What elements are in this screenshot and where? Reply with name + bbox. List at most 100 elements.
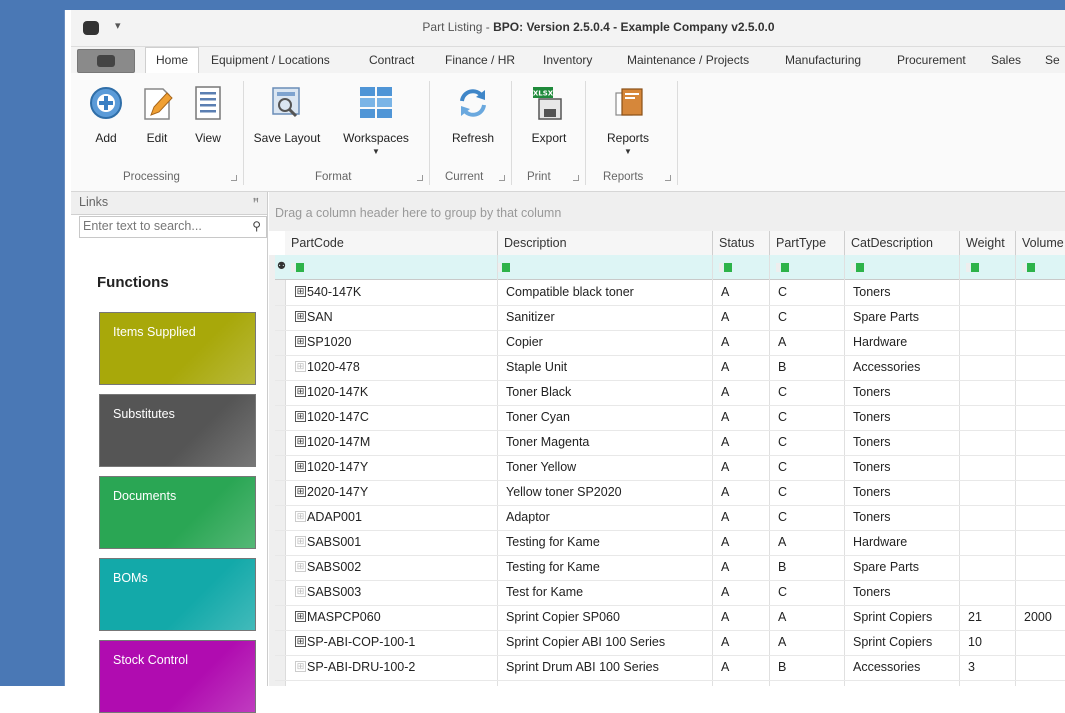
expand-icon[interactable]: ⊞	[295, 511, 306, 522]
format-launcher-icon[interactable]	[417, 175, 423, 181]
column-header-status[interactable]: Status	[713, 231, 770, 256]
view-button[interactable]: View	[185, 73, 231, 168]
expand-icon[interactable]: ⊞	[295, 461, 306, 472]
table-row[interactable]: ⊞ SABS001 Testing for Kame A A Hardware	[275, 530, 1065, 556]
app-window: ▾ Part Listing - BPO: Version 2.5.0.4 - …	[64, 10, 1065, 713]
table-row[interactable]: ⊞ SABS003 Test for Kame A C Toners	[275, 580, 1065, 606]
cell-partcode: SABS001	[307, 535, 362, 549]
expand-icon[interactable]: ⊞	[295, 311, 306, 322]
column-header-label: PartCode	[291, 236, 344, 250]
tile-stock-control[interactable]: Stock Control	[99, 640, 256, 713]
tab-equipment-locations[interactable]: Equipment / Locations	[211, 53, 330, 67]
processing-launcher-icon[interactable]	[231, 175, 237, 181]
tab-manufacturing[interactable]: Manufacturing	[785, 53, 861, 67]
tile-label: BOMs	[113, 571, 148, 585]
filter-condition-icon[interactable]	[291, 263, 309, 272]
column-header-weight[interactable]: Weight	[960, 231, 1016, 256]
tile-boms[interactable]: BOMs	[99, 558, 256, 631]
workspaces-button[interactable]: Workspaces ▼	[335, 73, 417, 168]
table-row[interactable]: ⊞ SABS002 Testing for Kame A B Spare Parts	[275, 555, 1065, 581]
links-search-input[interactable]: Enter text to search... ⚲	[79, 216, 267, 238]
expand-icon[interactable]: ⊞	[295, 286, 306, 297]
tab-home[interactable]: Home	[145, 47, 200, 73]
group-separator	[677, 81, 678, 185]
column-header-partcode[interactable]: PartCode	[285, 231, 498, 256]
cell-partcode: ADAP001	[307, 510, 362, 524]
table-row[interactable]: ⊞ 2020-147Y Yellow toner SP2020 A C Toners	[275, 480, 1065, 506]
edit-button[interactable]: Edit	[135, 73, 179, 168]
column-header-catdescription[interactable]: CatDescription	[845, 231, 960, 256]
group-by-panel[interactable]: Drag a column header here to group by th…	[269, 192, 1065, 231]
cell-weight: 21	[968, 610, 982, 624]
column-header-parttype[interactable]: PartType	[770, 231, 845, 256]
print-launcher-icon[interactable]	[573, 175, 579, 181]
tile-substitutes[interactable]: Substitutes	[99, 394, 256, 467]
expand-icon[interactable]: ⊞	[295, 386, 306, 397]
cell-parttype: C	[778, 510, 788, 524]
reports-button[interactable]: Reports ▼	[597, 73, 659, 168]
tab-contract[interactable]: Contract	[369, 53, 414, 67]
expand-icon[interactable]: ⊞	[295, 361, 306, 372]
tile-documents[interactable]: Documents	[99, 476, 256, 549]
cell-status: A	[721, 660, 730, 674]
filter-condition-icon[interactable]	[966, 263, 984, 272]
column-header-label: PartType	[776, 236, 827, 250]
column-header-volume[interactable]: Volume	[1016, 231, 1065, 256]
cell-catdescription: Hardware	[853, 335, 908, 349]
table-row[interactable]: ⊞ MASPCP060 Sprint Copier SP060 A A Sprint Co…	[275, 605, 1065, 631]
cell-partcode: SP-ABI-DRU-100-2	[307, 660, 416, 674]
search-icon[interactable]: ⚲	[252, 219, 261, 233]
table-row[interactable]: ⊞ 1020-147C Toner Cyan A C Toners	[275, 405, 1065, 431]
current-launcher-icon[interactable]	[499, 175, 505, 181]
filter-condition-icon[interactable]	[776, 263, 794, 272]
reports-icon	[615, 88, 643, 116]
table-row[interactable]: ⊞ 1020-147K Toner Black A C Toners	[275, 380, 1065, 406]
table-row[interactable]: ⊞ SP-ABI-COP-100-1 Sprint Copier ABI 100 S…	[275, 630, 1065, 656]
filter-condition-icon[interactable]	[1022, 263, 1040, 272]
cell-weight: 3	[968, 660, 975, 674]
expand-icon[interactable]: ⊞	[295, 611, 306, 622]
tab-service-partial[interactable]: Se	[1045, 53, 1060, 67]
window-title: Part Listing - BPO: Version 2.5.0.4 - Ex…	[71, 20, 1065, 34]
filter-condition-icon[interactable]	[497, 263, 515, 272]
expand-icon[interactable]: ⊞	[295, 536, 306, 547]
tab-inventory[interactable]: Inventory	[543, 53, 592, 67]
table-row[interactable]: ⊞ SP1020 Copier A A Hardware	[275, 330, 1065, 356]
ribbon: Add Edit View Processing Save Layout Wor…	[71, 73, 1065, 192]
tile-items-supplied[interactable]: Items Supplied	[99, 312, 256, 385]
save-layout-button[interactable]: Save Layout	[249, 73, 325, 168]
export-button[interactable]: XLSX Export	[521, 73, 577, 168]
reports-launcher-icon[interactable]	[665, 175, 671, 181]
expand-icon[interactable]: ⊞	[295, 661, 306, 672]
workspaces-label: Workspaces	[343, 131, 409, 145]
tab-finance-hr[interactable]: Finance / HR	[445, 53, 515, 67]
expand-icon[interactable]: ⊞	[295, 586, 306, 597]
refresh-button[interactable]: Refresh	[441, 73, 505, 168]
tab-sales[interactable]: Sales	[991, 53, 1021, 67]
table-row[interactable]: ⊞ 540-147K Compatible black toner A C Toners	[275, 280, 1065, 306]
expand-icon[interactable]: ⊞	[295, 411, 306, 422]
cell-description: Testing for Kame	[506, 535, 600, 549]
tab-procurement[interactable]: Procurement	[897, 53, 966, 67]
expand-icon[interactable]: ⊞	[295, 336, 306, 347]
table-row[interactable]: ⊞ ADAP001 Adaptor A C Toners	[275, 505, 1065, 531]
column-header-description[interactable]: Description	[498, 231, 713, 256]
expand-icon[interactable]: ⊞	[295, 561, 306, 572]
table-row[interactable]: ⊞ SP-ABI-DRU-100-2 Sprint Drum ABI 100 Ser…	[275, 655, 1065, 681]
table-row[interactable]: ⊞ 1020-147Y Toner Yellow A C Toners	[275, 455, 1065, 481]
links-search-placeholder: Enter text to search...	[83, 219, 202, 233]
table-row[interactable]: ⊞ 1020-478 Staple Unit A B Accessories	[275, 355, 1065, 381]
tab-maintenance-projects[interactable]: Maintenance / Projects	[627, 53, 749, 67]
save-layout-label: Save Layout	[253, 131, 321, 145]
table-row[interactable]: ⊞ SAN Sanitizer A C Spare Parts	[275, 305, 1065, 331]
expand-icon[interactable]: ⊞	[295, 636, 306, 647]
filter-condition-icon[interactable]	[719, 263, 737, 272]
expand-icon[interactable]: ⊞	[295, 486, 306, 497]
pin-icon[interactable]: ꟸ	[253, 196, 259, 209]
add-button[interactable]: Add	[85, 73, 127, 168]
expand-icon[interactable]: ⊞	[295, 436, 306, 447]
filter-condition-icon[interactable]	[851, 263, 869, 272]
file-menu-button[interactable]	[77, 49, 135, 73]
cell-parttype: A	[778, 635, 787, 649]
table-row[interactable]: ⊞ 1020-147M Toner Magenta A C Toners	[275, 430, 1065, 456]
